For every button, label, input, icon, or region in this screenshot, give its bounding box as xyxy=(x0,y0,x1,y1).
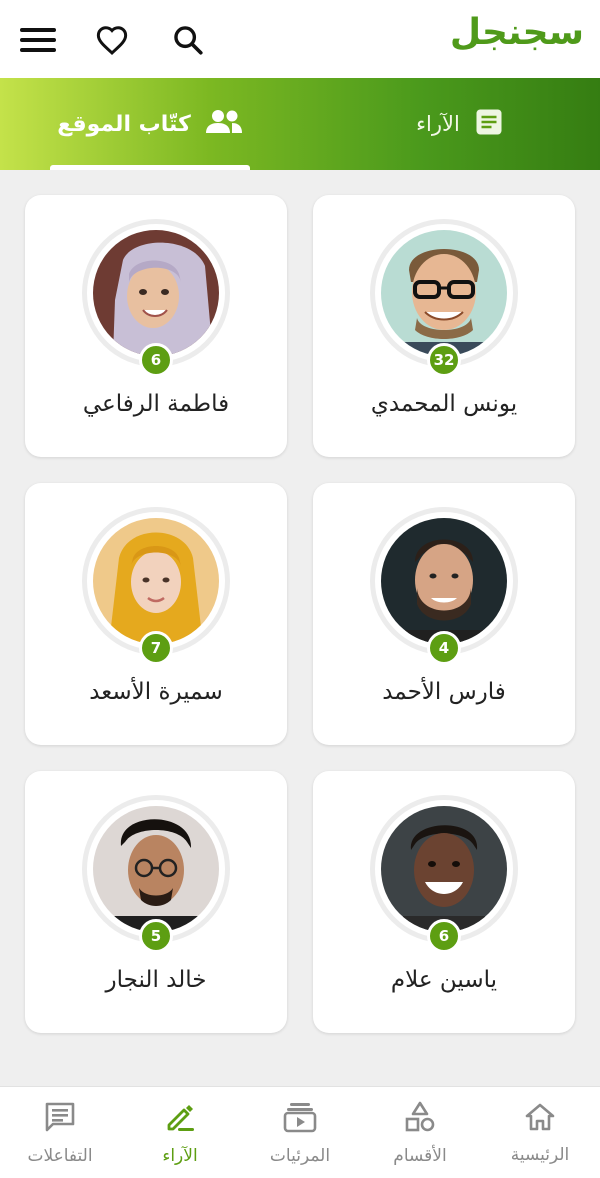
writer-name: خالد النجار xyxy=(105,967,207,993)
categories-icon xyxy=(404,1101,436,1138)
writer-avatar xyxy=(93,806,219,932)
nav-opinions-label: الآراء xyxy=(162,1145,198,1166)
article-count-badge: 5 xyxy=(139,919,173,953)
nav-home[interactable]: الرئيسية xyxy=(480,1087,600,1178)
writer-name: يونس المحمدي xyxy=(370,391,518,417)
site-logo[interactable]: سجنجل xyxy=(450,12,585,53)
writer-avatar xyxy=(93,518,219,644)
video-icon xyxy=(283,1101,317,1138)
writer-name: فارس الأحمد xyxy=(382,679,506,705)
nav-categories[interactable]: الأقسام xyxy=(360,1087,480,1178)
writer-card[interactable]: 5 خالد النجار xyxy=(25,771,287,1033)
tab-opinions-label: الآراء xyxy=(416,112,460,136)
search-icon[interactable] xyxy=(168,20,208,60)
article-count-badge: 4 xyxy=(427,631,461,665)
writer-card[interactable]: 6 ياسين علام xyxy=(313,771,575,1033)
writer-name: ياسين علام xyxy=(390,967,498,993)
nav-opinions[interactable]: الآراء xyxy=(120,1087,240,1178)
menu-icon[interactable] xyxy=(18,20,58,60)
writer-avatar xyxy=(381,518,507,644)
top-bar: سجنجل xyxy=(0,0,600,78)
writer-avatar xyxy=(93,230,219,356)
tab-opinions[interactable]: الآراء xyxy=(380,78,540,170)
tab-site-writers-label: كتّاب الموقع xyxy=(57,111,191,137)
article-icon xyxy=(474,107,504,142)
writer-card[interactable]: 4 فارس الأحمد xyxy=(313,483,575,745)
nav-videos[interactable]: المرئيات xyxy=(240,1087,360,1178)
article-count-badge: 6 xyxy=(427,919,461,953)
article-count-badge: 7 xyxy=(139,631,173,665)
nav-videos-label: المرئيات xyxy=(269,1145,331,1166)
chat-icon xyxy=(44,1101,76,1138)
writer-card[interactable]: 7 سميرة الأسعد xyxy=(25,483,287,745)
writer-name: سميرة الأسعد xyxy=(89,679,223,705)
writer-card[interactable]: 6 فاطمة الرفاعي xyxy=(25,195,287,457)
writer-name: فاطمة الرفاعي xyxy=(82,391,230,417)
people-icon xyxy=(205,108,243,140)
nav-interactions[interactable]: التفاعلات xyxy=(0,1087,120,1178)
tab-site-writers[interactable]: كتّاب الموقع xyxy=(50,78,250,170)
bottom-navigation: الرئيسية الأقسام المرئيات الآراء التفاعل… xyxy=(0,1086,600,1178)
home-icon xyxy=(524,1102,556,1137)
article-count-badge: 32 xyxy=(427,343,461,377)
nav-interactions-label: التفاعلات xyxy=(27,1145,93,1166)
writer-avatar xyxy=(381,230,507,356)
article-count-badge: 6 xyxy=(139,343,173,377)
writer-card[interactable]: 32 يونس المحمدي xyxy=(313,195,575,457)
nav-home-label: الرئيسية xyxy=(510,1144,570,1165)
section-tabs: الآراء كتّاب الموقع xyxy=(0,78,600,170)
pen-icon xyxy=(164,1101,196,1138)
nav-categories-label: الأقسام xyxy=(393,1145,447,1166)
writer-avatar xyxy=(381,806,507,932)
heart-icon[interactable] xyxy=(92,20,132,60)
